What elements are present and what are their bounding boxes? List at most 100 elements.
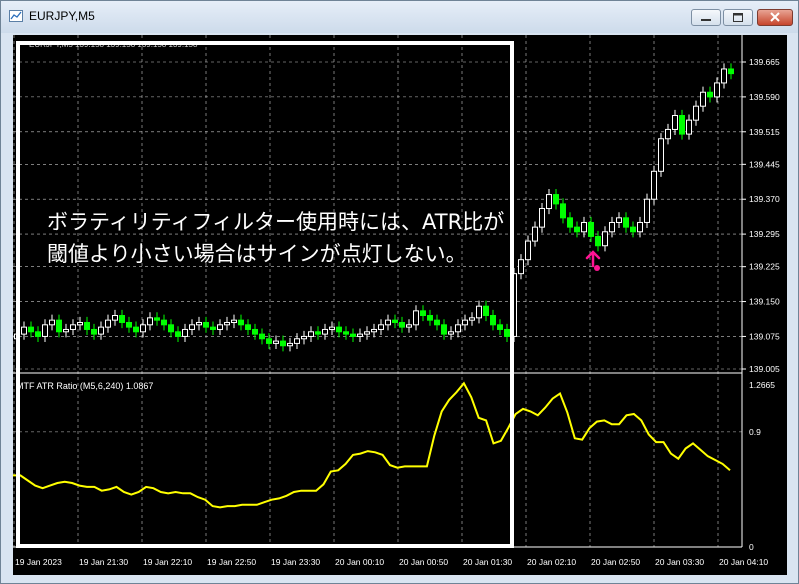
- atr-ratio-line: [13, 381, 731, 509]
- candle-body: [294, 338, 300, 344]
- close-button[interactable]: [757, 9, 793, 26]
- candle-body: [168, 324, 174, 333]
- candle-body: [413, 310, 419, 326]
- candle-body: [315, 331, 321, 335]
- time-tick-label: 19 Jan 21:30: [79, 557, 128, 567]
- candle-body: [238, 319, 244, 326]
- indicator-tick-label: 0: [749, 542, 754, 552]
- candle-body: [287, 342, 293, 347]
- indicator-header-label: MTF ATR Ratio (M5,6,240) 1.0867: [16, 381, 153, 391]
- minimize-icon: [701, 19, 711, 21]
- candle-body: [434, 319, 440, 326]
- candle-body: [126, 321, 132, 328]
- candle-body: [686, 119, 692, 135]
- candle-body: [728, 68, 734, 75]
- candle-body: [525, 240, 531, 261]
- chart-window-icon: [9, 10, 23, 22]
- price-tick-label: 139.665: [749, 57, 780, 67]
- candle-body: [63, 328, 69, 333]
- time-tick-label: 20 Jan 01:30: [463, 557, 512, 567]
- annotation-line-1: ボラティリティフィルター使用時には、ATR比が: [47, 210, 505, 234]
- candle-body: [49, 319, 55, 326]
- candle-body: [532, 226, 538, 242]
- candle-body: [581, 221, 587, 233]
- candle-body: [56, 319, 62, 333]
- candle-body: [77, 321, 83, 326]
- candle-body: [28, 326, 34, 333]
- candle-body: [602, 231, 608, 247]
- candle-body: [245, 324, 251, 330]
- candle-body: [336, 326, 342, 333]
- candle-body: [462, 319, 468, 326]
- candle-body: [455, 324, 461, 333]
- candle-body: [182, 328, 188, 337]
- candle-body: [154, 317, 160, 321]
- candle-body: [469, 317, 475, 321]
- price-tick-label: 139.295: [749, 229, 780, 239]
- candle-body: [574, 226, 580, 233]
- candle-body: [630, 226, 636, 233]
- candle-body: [609, 221, 615, 233]
- candle-body: [301, 335, 307, 340]
- time-tick-label: 19 Jan 22:10: [143, 557, 192, 567]
- indicator-tick-label: 1.2665: [749, 380, 775, 390]
- candle-body: [105, 319, 111, 328]
- candle-body: [161, 319, 167, 326]
- candle-body: [651, 170, 657, 200]
- minimize-button[interactable]: [691, 9, 721, 26]
- candle-body: [658, 138, 664, 172]
- time-tick-label: 20 Jan 03:30: [655, 557, 704, 567]
- buy-signal-arrow: [585, 250, 601, 271]
- price-tick-label: 139.075: [749, 331, 780, 341]
- candle-body: [483, 305, 489, 317]
- candle-body: [364, 331, 370, 335]
- maximize-icon: [733, 13, 743, 22]
- candle-body: [343, 331, 349, 335]
- price-tick-label: 139.515: [749, 127, 780, 137]
- candle-body: [679, 114, 685, 135]
- time-tick-label: 20 Jan 02:50: [591, 557, 640, 567]
- candle-body: [714, 82, 720, 98]
- chart-window: EURJPY,M5 EURJPY,M5 139.158 139.158 139.…: [0, 0, 799, 584]
- candle-body: [504, 328, 510, 337]
- window-title: EURJPY,M5: [29, 9, 95, 23]
- price-tick-label: 139.225: [749, 262, 780, 272]
- candle-body: [448, 331, 454, 335]
- candle-body: [259, 333, 265, 340]
- candle-body: [665, 128, 671, 140]
- candle-body: [210, 326, 216, 330]
- time-tick-label: 20 Jan 00:10: [335, 557, 384, 567]
- time-tick-label: 20 Jan 00:50: [399, 557, 448, 567]
- candle-body: [140, 324, 146, 333]
- candle-body: [427, 315, 433, 321]
- chart-canvas[interactable]: EURJPY,M5 139.158 139.158 139.158 139.15…: [13, 35, 787, 575]
- title-bar[interactable]: EURJPY,M5: [1, 1, 798, 33]
- price-tick-label: 139.445: [749, 159, 780, 169]
- chart-area[interactable]: EURJPY,M5 139.158 139.158 139.158 139.15…: [13, 35, 787, 575]
- candle-body: [98, 326, 104, 335]
- candle-body: [497, 324, 503, 330]
- maximize-button[interactable]: [723, 9, 753, 26]
- price-tick-label: 139.370: [749, 194, 780, 204]
- candle-body: [231, 319, 237, 323]
- price-tick-label: 139.590: [749, 92, 780, 102]
- candle-body: [217, 324, 223, 330]
- candle-body: [21, 326, 27, 335]
- candle-body: [637, 221, 643, 233]
- candle-body: [518, 259, 524, 275]
- candle-body: [644, 198, 650, 223]
- candle-body: [700, 91, 706, 107]
- price-axis-labels: 139.665 139.590 139.515 139.445 139.370 139.2…: [742, 57, 780, 374]
- candle-body: [147, 317, 153, 326]
- candle-body: [476, 305, 482, 319]
- candle-body: [553, 194, 559, 205]
- candle-body: [224, 321, 230, 326]
- indicator-tick-label: 0.9: [749, 427, 761, 437]
- candle-body: [308, 331, 314, 337]
- candle-body: [721, 68, 727, 84]
- candle-body: [588, 221, 594, 237]
- time-tick-label: 20 Jan 02:10: [527, 557, 576, 567]
- candle-body: [91, 328, 97, 335]
- candle-body: [196, 321, 202, 326]
- candle-body: [189, 324, 195, 330]
